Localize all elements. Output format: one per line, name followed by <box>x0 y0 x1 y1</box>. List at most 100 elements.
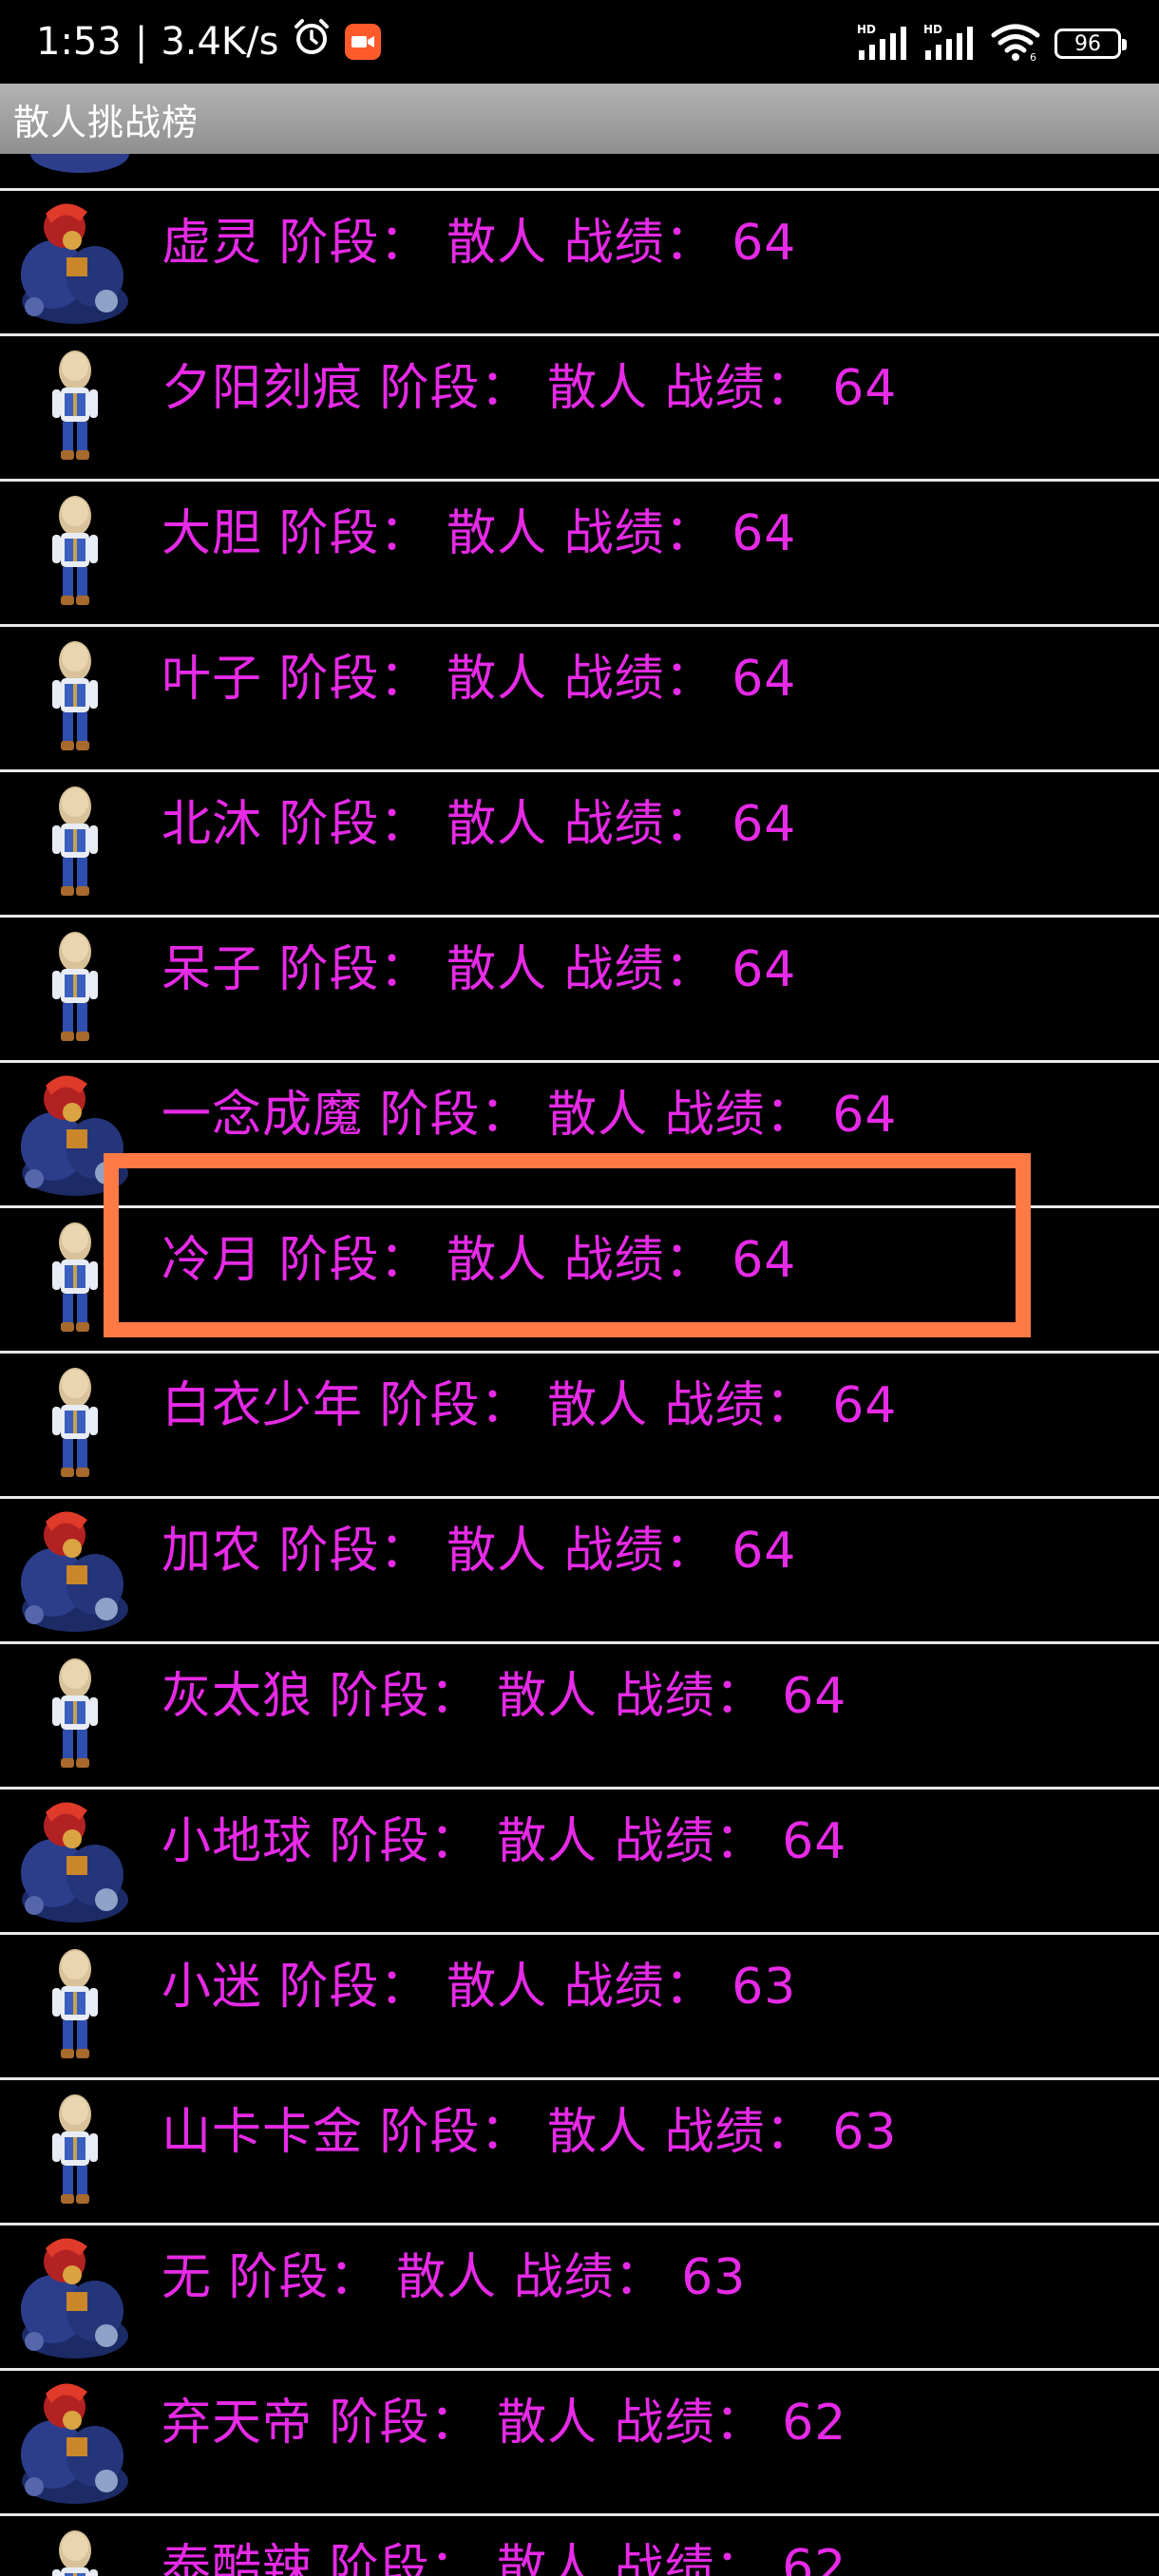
warrior-avatar-icon <box>13 1067 137 1200</box>
stage-value: 散人 <box>497 1813 598 1870</box>
record-label: 战绩： <box>664 1087 816 1144</box>
list-item[interactable]: 呆子 阶段： 散人 战绩： 64 <box>0 915 1159 1060</box>
player-name: 白衣少年 <box>162 1377 364 1434</box>
stage-label: 阶段： <box>278 1232 430 1289</box>
list-item[interactable]: 山卡卡金 阶段： 散人 战绩： 63 <box>0 2077 1159 2223</box>
record-value: 63 <box>832 2104 898 2161</box>
record-label: 战绩： <box>563 941 715 998</box>
record-value: 62 <box>782 2395 847 2452</box>
player-name: 大胆 <box>162 505 263 562</box>
list-item-text: 灰太狼 阶段： 散人 战绩： 64 <box>162 1656 846 1727</box>
stage-value: 散人 <box>446 651 548 708</box>
ranking-list[interactable]: 虚灵 阶段： 散人 战绩： 64 夕阳刻痕 阶段： 散人 战绩： 64 大胆 阶段：… <box>0 154 1159 2576</box>
stage-value: 散人 <box>396 2249 498 2306</box>
stage-label: 阶段： <box>278 505 430 562</box>
list-item-text: 北沐 阶段： 散人 战绩： 64 <box>162 784 796 855</box>
stage-value: 散人 <box>446 215 548 272</box>
stage-value: 散人 <box>547 1087 649 1144</box>
stage-label: 阶段： <box>278 796 430 853</box>
stage-label: 阶段： <box>379 1087 531 1144</box>
signal-hd-icon: HD <box>923 22 977 66</box>
mage-avatar-icon <box>13 340 137 473</box>
player-name: 灰太狼 <box>162 1668 314 1725</box>
warrior-avatar-icon <box>13 2229 137 2362</box>
stage-value: 散人 <box>547 2104 649 2161</box>
record-label: 战绩： <box>664 1377 816 1434</box>
list-item[interactable]: 虚灵 阶段： 散人 战绩： 64 <box>0 188 1159 333</box>
wifi-icon: 6 <box>990 22 1041 66</box>
stage-label: 阶段： <box>278 215 430 272</box>
list-item[interactable]: 大胆 阶段： 散人 战绩： 64 <box>0 479 1159 624</box>
record-label: 战绩： <box>563 505 715 562</box>
player-name: 一念成魔 <box>162 1087 364 1144</box>
stage-value: 散人 <box>446 1523 548 1580</box>
record-label: 战绩： <box>664 2104 816 2161</box>
list-item[interactable]: 泰酷辣 阶段： 散人 战绩： 62 <box>0 2513 1159 2576</box>
status-bar: 1:53 | 3.4K/s HD HD 6 96 <box>0 0 1159 84</box>
list-item[interactable]: 小地球 阶段： 散人 战绩： 64 <box>0 1787 1159 1932</box>
battery-icon: 96 <box>1054 28 1127 59</box>
list-item[interactable]: 冷月 阶段： 散人 战绩： 64 <box>0 1205 1159 1351</box>
mage-avatar-icon <box>13 2084 137 2217</box>
player-name: 弃天帝 <box>162 2395 314 2452</box>
clock: 1:53 <box>36 20 122 64</box>
list-item-text: 泰酷辣 阶段： 散人 战绩： 62 <box>162 2528 846 2576</box>
record-label: 战绩： <box>614 1813 766 1870</box>
list-item[interactable]: 夕阳刻痕 阶段： 散人 战绩： 64 <box>0 333 1159 479</box>
record-value: 64 <box>832 1377 898 1434</box>
stage-value: 散人 <box>547 360 649 417</box>
stage-label: 阶段： <box>329 1668 481 1725</box>
stage-value: 散人 <box>446 941 548 998</box>
list-item-text: 加农 阶段： 散人 战绩： 64 <box>162 1510 796 1582</box>
stage-value: 散人 <box>497 2540 598 2576</box>
warrior-avatar-icon <box>13 1793 137 1926</box>
player-name: 泰酷辣 <box>162 2540 314 2576</box>
page-title: 散人挑战榜 <box>13 101 200 143</box>
mage-avatar-icon <box>13 1357 137 1490</box>
stage-label: 阶段： <box>379 2104 531 2161</box>
mage-avatar-icon <box>13 776 137 909</box>
list-item[interactable]: 小迷 阶段： 散人 战绩： 63 <box>0 1932 1159 2077</box>
record-label: 战绩： <box>563 651 715 708</box>
list-item-text: 冷月 阶段： 散人 战绩： 64 <box>162 1220 796 1291</box>
list-item-text: 呆子 阶段： 散人 战绩： 64 <box>162 929 796 1000</box>
record-value: 64 <box>732 1232 797 1289</box>
stage-value: 散人 <box>497 1668 598 1725</box>
mage-avatar-icon <box>13 1939 137 2072</box>
list-item[interactable]: 弃天帝 阶段： 散人 战绩： 62 <box>0 2368 1159 2513</box>
list-item-text: 小地球 阶段： 散人 战绩： 64 <box>162 1801 846 1872</box>
list-item[interactable]: 叶子 阶段： 散人 战绩： 64 <box>0 624 1159 769</box>
list-item[interactable]: 北沐 阶段： 散人 战绩： 64 <box>0 769 1159 915</box>
status-divider: | <box>134 20 148 64</box>
list-item-text: 小迷 阶段： 散人 战绩： 63 <box>162 1946 796 2017</box>
stage-value: 散人 <box>446 1232 548 1289</box>
list-item-partial[interactable] <box>0 154 1159 188</box>
record-label: 战绩： <box>563 215 715 272</box>
network-speed: 3.4K/s <box>161 20 279 64</box>
list-item-text: 无 阶段： 散人 战绩： 63 <box>162 2237 746 2308</box>
list-item-text: 夕阳刻痕 阶段： 散人 战绩： 64 <box>162 348 897 419</box>
stage-label: 阶段： <box>329 2540 481 2576</box>
record-value: 64 <box>732 796 797 853</box>
player-name: 加农 <box>162 1523 263 1580</box>
player-name: 山卡卡金 <box>162 2104 364 2161</box>
record-value: 64 <box>732 651 797 708</box>
list-item-text: 山卡卡金 阶段： 散人 战绩： 63 <box>162 2092 897 2163</box>
mage-avatar-icon <box>13 485 137 618</box>
player-name: 呆子 <box>162 941 263 998</box>
list-item[interactable]: 白衣少年 阶段： 散人 战绩： 64 <box>0 1351 1159 1496</box>
warrior-avatar-icon <box>13 1503 137 1636</box>
mage-avatar-icon <box>13 1212 137 1345</box>
warrior-avatar-icon <box>13 195 137 328</box>
svg-text:6: 6 <box>1030 51 1036 62</box>
mage-avatar-icon <box>13 2520 137 2576</box>
list-item-text: 虚灵 阶段： 散人 战绩： 64 <box>162 202 796 274</box>
list-item[interactable]: 加农 阶段： 散人 战绩： 64 <box>0 1496 1159 1641</box>
list-item[interactable]: 无 阶段： 散人 战绩： 63 <box>0 2223 1159 2368</box>
list-item[interactable]: 一念成魔 阶段： 散人 战绩： 64 <box>0 1060 1159 1205</box>
record-value: 64 <box>732 505 797 562</box>
record-value: 64 <box>782 1668 847 1725</box>
list-item-text: 大胆 阶段： 散人 战绩： 64 <box>162 493 796 564</box>
player-name: 夕阳刻痕 <box>162 360 364 417</box>
list-item[interactable]: 灰太狼 阶段： 散人 战绩： 64 <box>0 1641 1159 1787</box>
